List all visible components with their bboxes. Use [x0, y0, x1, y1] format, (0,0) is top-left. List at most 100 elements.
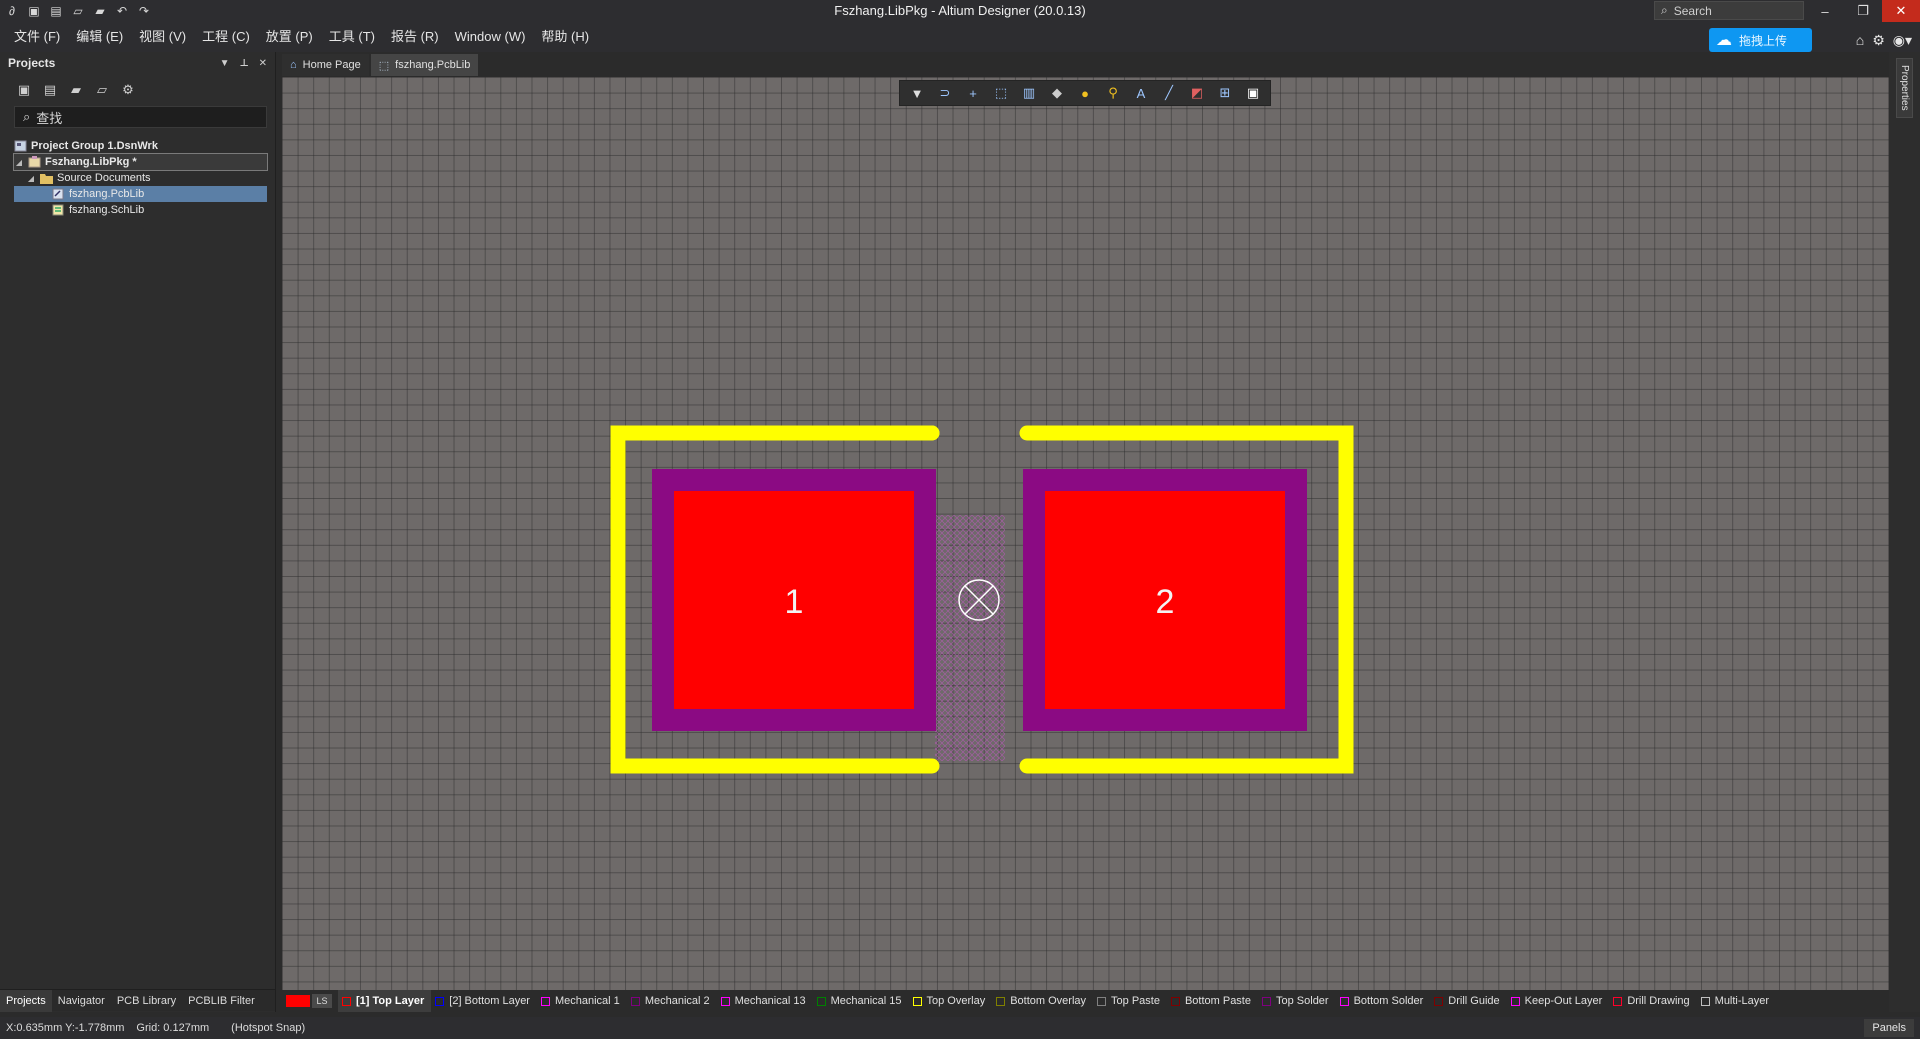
collapse-arrow-icon[interactable]: ◢ [14, 158, 24, 167]
save-project-icon[interactable]: ▣ [16, 82, 32, 98]
undo-icon[interactable]: ↶ [114, 3, 130, 19]
save-all-projects-icon[interactable]: ▤ [42, 82, 58, 98]
menu-file[interactable]: 文件 (F) [6, 22, 68, 52]
layer-color-swatch [1170, 996, 1180, 1006]
layer-tab[interactable]: [1] Top Layer [338, 990, 432, 1012]
menu-help[interactable]: 帮助 (H) [533, 22, 597, 52]
layer-set-button[interactable]: LS [312, 994, 332, 1008]
layer-tab[interactable]: Mechanical 1 [537, 990, 627, 1012]
status-bar: X:0.635mm Y:-1.778mm Grid: 0.127mm (Hots… [0, 1017, 1920, 1039]
document-tabs: ⌂ Home Page ⬚ fszhang.PcbLib [282, 52, 479, 76]
tab-projects[interactable]: Projects [0, 989, 52, 1012]
app-logo-icon[interactable]: ∂ [4, 3, 20, 19]
save-icon[interactable]: ▣ [26, 3, 42, 19]
layer-tab[interactable]: Mechanical 2 [627, 990, 717, 1012]
search-icon: ⌕ [23, 109, 31, 124]
tree-item-label: fszhang.SchLib [69, 204, 145, 216]
upload-button[interactable]: ☁ 拖拽上传 [1709, 28, 1812, 52]
layer-tab[interactable]: Bottom Paste [1167, 990, 1258, 1012]
menu-edit[interactable]: 编辑 (E) [68, 22, 131, 52]
menu-reports[interactable]: 报告 (R) [383, 22, 447, 52]
gear-icon[interactable]: ⚙ [1872, 32, 1885, 49]
layer-label: Mechanical 1 [554, 995, 620, 1007]
save-all-icon[interactable]: ▤ [48, 3, 64, 19]
cloud-icon: ☁ [1716, 32, 1732, 49]
layer-tab[interactable]: Top Solder [1258, 990, 1336, 1012]
collapse-arrow-icon[interactable]: ◢ [26, 174, 36, 183]
tree-item-source-documents[interactable]: ◢ Source Documents [14, 170, 275, 186]
layer-label: [2] Bottom Layer [449, 995, 530, 1007]
tree-item-label: Source Documents [57, 172, 151, 184]
tab-home-page[interactable]: ⌂ Home Page [282, 54, 369, 76]
menu-project[interactable]: 工程 (C) [194, 22, 258, 52]
layer-label: Mechanical 13 [734, 995, 806, 1007]
tree-item-pcblib[interactable]: fszhang.PcbLib [14, 186, 267, 202]
projects-panel-title: Projects [8, 56, 56, 70]
tab-properties[interactable]: Properties [1896, 58, 1913, 118]
layer-tab[interactable]: Mechanical 15 [813, 990, 909, 1012]
layer-color-swatch [1510, 996, 1520, 1006]
close-button[interactable]: ✕ [1882, 0, 1920, 22]
upload-button-label: 拖拽上传 [1739, 33, 1788, 48]
menu-view[interactable]: 视图 (V) [131, 22, 194, 52]
tree-item-project[interactable]: ◢ Fszhang.LibPkg * [13, 153, 268, 171]
schlib-file-icon [52, 204, 65, 216]
panels-button[interactable]: Panels [1864, 1019, 1914, 1037]
window-controls: – ❐ ✕ [1806, 0, 1920, 22]
minimize-button[interactable]: – [1806, 0, 1844, 22]
global-search-input[interactable]: ⌕ Search [1654, 1, 1804, 20]
pad-1-label: 1 [785, 583, 804, 621]
layer-color-swatch [912, 996, 922, 1006]
restore-button[interactable]: ❐ [1844, 0, 1882, 22]
workspace-icon [14, 140, 27, 152]
layer-tab[interactable]: [2] Bottom Layer [431, 990, 537, 1012]
close-panel-icon[interactable]: ✕ [259, 58, 267, 69]
open-icon[interactable]: ▱ [70, 3, 86, 19]
tab-pcb-library[interactable]: PCB Library [111, 990, 182, 1012]
layer-tab[interactable]: Drill Drawing [1609, 990, 1696, 1012]
tab-pcblib-filter[interactable]: PCBLIB Filter [182, 990, 261, 1012]
open-folder-icon[interactable]: ▰ [68, 82, 84, 98]
current-layer-swatch[interactable] [286, 995, 310, 1007]
projects-search-input[interactable]: ⌕ 查找 [14, 106, 267, 128]
home-icon[interactable]: ⌂ [1856, 32, 1864, 48]
layer-label: Keep-Out Layer [1524, 995, 1603, 1007]
layer-label: Top Paste [1111, 995, 1160, 1007]
layer-tab[interactable]: Mechanical 13 [717, 990, 813, 1012]
layer-tab[interactable]: Drill Guide [1430, 990, 1506, 1012]
window-title: Fszhang.LibPkg - Altium Designer (20.0.1… [834, 3, 1086, 18]
menu-place[interactable]: 放置 (P) [258, 22, 321, 52]
layer-color-swatch [540, 996, 550, 1006]
layer-tab[interactable]: Keep-Out Layer [1507, 990, 1610, 1012]
layer-tab[interactable]: Bottom Solder [1336, 990, 1431, 1012]
tab-label: fszhang.PcbLib [395, 59, 471, 71]
redo-icon[interactable]: ↷ [136, 3, 152, 19]
pin-icon[interactable]: ⊥ [239, 58, 248, 69]
tree-item-label: Project Group 1.DsnWrk [31, 140, 158, 152]
settings-icon[interactable]: ⚙ [120, 82, 136, 98]
tab-pcblib[interactable]: ⬚ fszhang.PcbLib [370, 54, 479, 76]
courtyard-hatch [935, 515, 1005, 761]
layer-label: Bottom Paste [1184, 995, 1251, 1007]
user-icon[interactable]: ◉▾ [1893, 32, 1912, 49]
pcb-editor-canvas[interactable]: ▼ ⊃ + ⬚ ▥ ◆ ● ⚲ A ╱ ◩ ⊞ ▣ 1 2 [282, 77, 1889, 990]
layer-color-swatch [1262, 996, 1271, 1006]
layer-tab[interactable]: Top Paste [1093, 990, 1167, 1012]
open-project-icon[interactable]: ▰ [92, 3, 108, 19]
layer-color-swatch [1339, 996, 1349, 1006]
layer-tab[interactable]: Top Overlay [909, 990, 993, 1012]
menu-window[interactable]: Window (W) [447, 22, 534, 52]
tab-navigator[interactable]: Navigator [52, 990, 111, 1012]
layer-tab[interactable]: Bottom Overlay [992, 990, 1093, 1012]
tree-item-label: fszhang.PcbLib [69, 188, 145, 200]
layer-tab[interactable]: Multi-Layer [1697, 990, 1776, 1012]
layer-label: Top Overlay [926, 995, 986, 1007]
menu-tools[interactable]: 工具 (T) [321, 22, 383, 52]
folder-settings-icon[interactable]: ▱ [94, 82, 110, 98]
tree-item-project-group[interactable]: Project Group 1.DsnWrk [14, 138, 275, 154]
dropdown-icon[interactable]: ▼ [220, 58, 230, 69]
search-icon: ⌕ [1661, 3, 1668, 17]
tree-item-schlib[interactable]: fszhang.SchLib [14, 202, 275, 218]
projects-search-placeholder: 查找 [36, 110, 63, 126]
menu-right-icons: ⌂ ⚙ ◉▾ [1856, 28, 1912, 52]
